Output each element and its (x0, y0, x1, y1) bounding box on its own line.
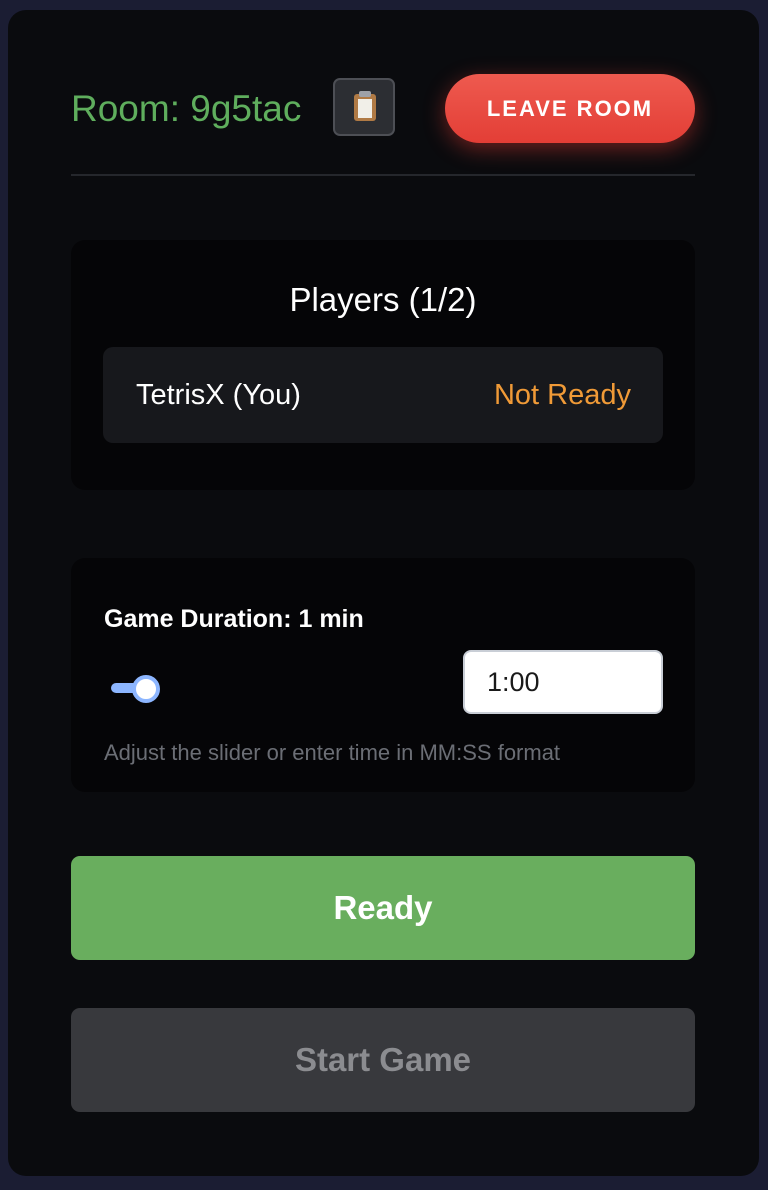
player-row: TetrisX (You) Not Ready (103, 347, 663, 443)
start-game-button[interactable]: Start Game (71, 1008, 695, 1112)
leave-room-button[interactable]: LEAVE ROOM (445, 74, 695, 143)
player-status: Not Ready (493, 379, 631, 411)
players-title: Players (1/2) (289, 281, 477, 318)
game-duration-title: Game Duration: 1 min (104, 605, 364, 633)
duration-time-input[interactable] (463, 650, 663, 714)
ready-button[interactable]: Ready (71, 856, 695, 960)
players-card: Players (1/2) TetrisX (You) Not Ready (71, 240, 695, 490)
header-divider (71, 174, 695, 176)
player-name: TetrisX (You) (136, 379, 301, 411)
room-lobby-panel: Room: 9g5tac LEAVE ROOM Players (1/2) Te… (8, 10, 759, 1176)
room-header: Room: 9g5tac LEAVE ROOM (71, 74, 695, 154)
slider-thumb[interactable] (132, 675, 160, 703)
game-duration-card: Game Duration: 1 min Adjust the slider o… (71, 558, 695, 792)
copy-room-code-button[interactable] (333, 78, 395, 136)
room-code-label: Room: 9g5tac (71, 88, 302, 129)
duration-hint: Adjust the slider or enter time in MM:SS… (104, 740, 561, 765)
duration-slider[interactable] (111, 673, 171, 703)
